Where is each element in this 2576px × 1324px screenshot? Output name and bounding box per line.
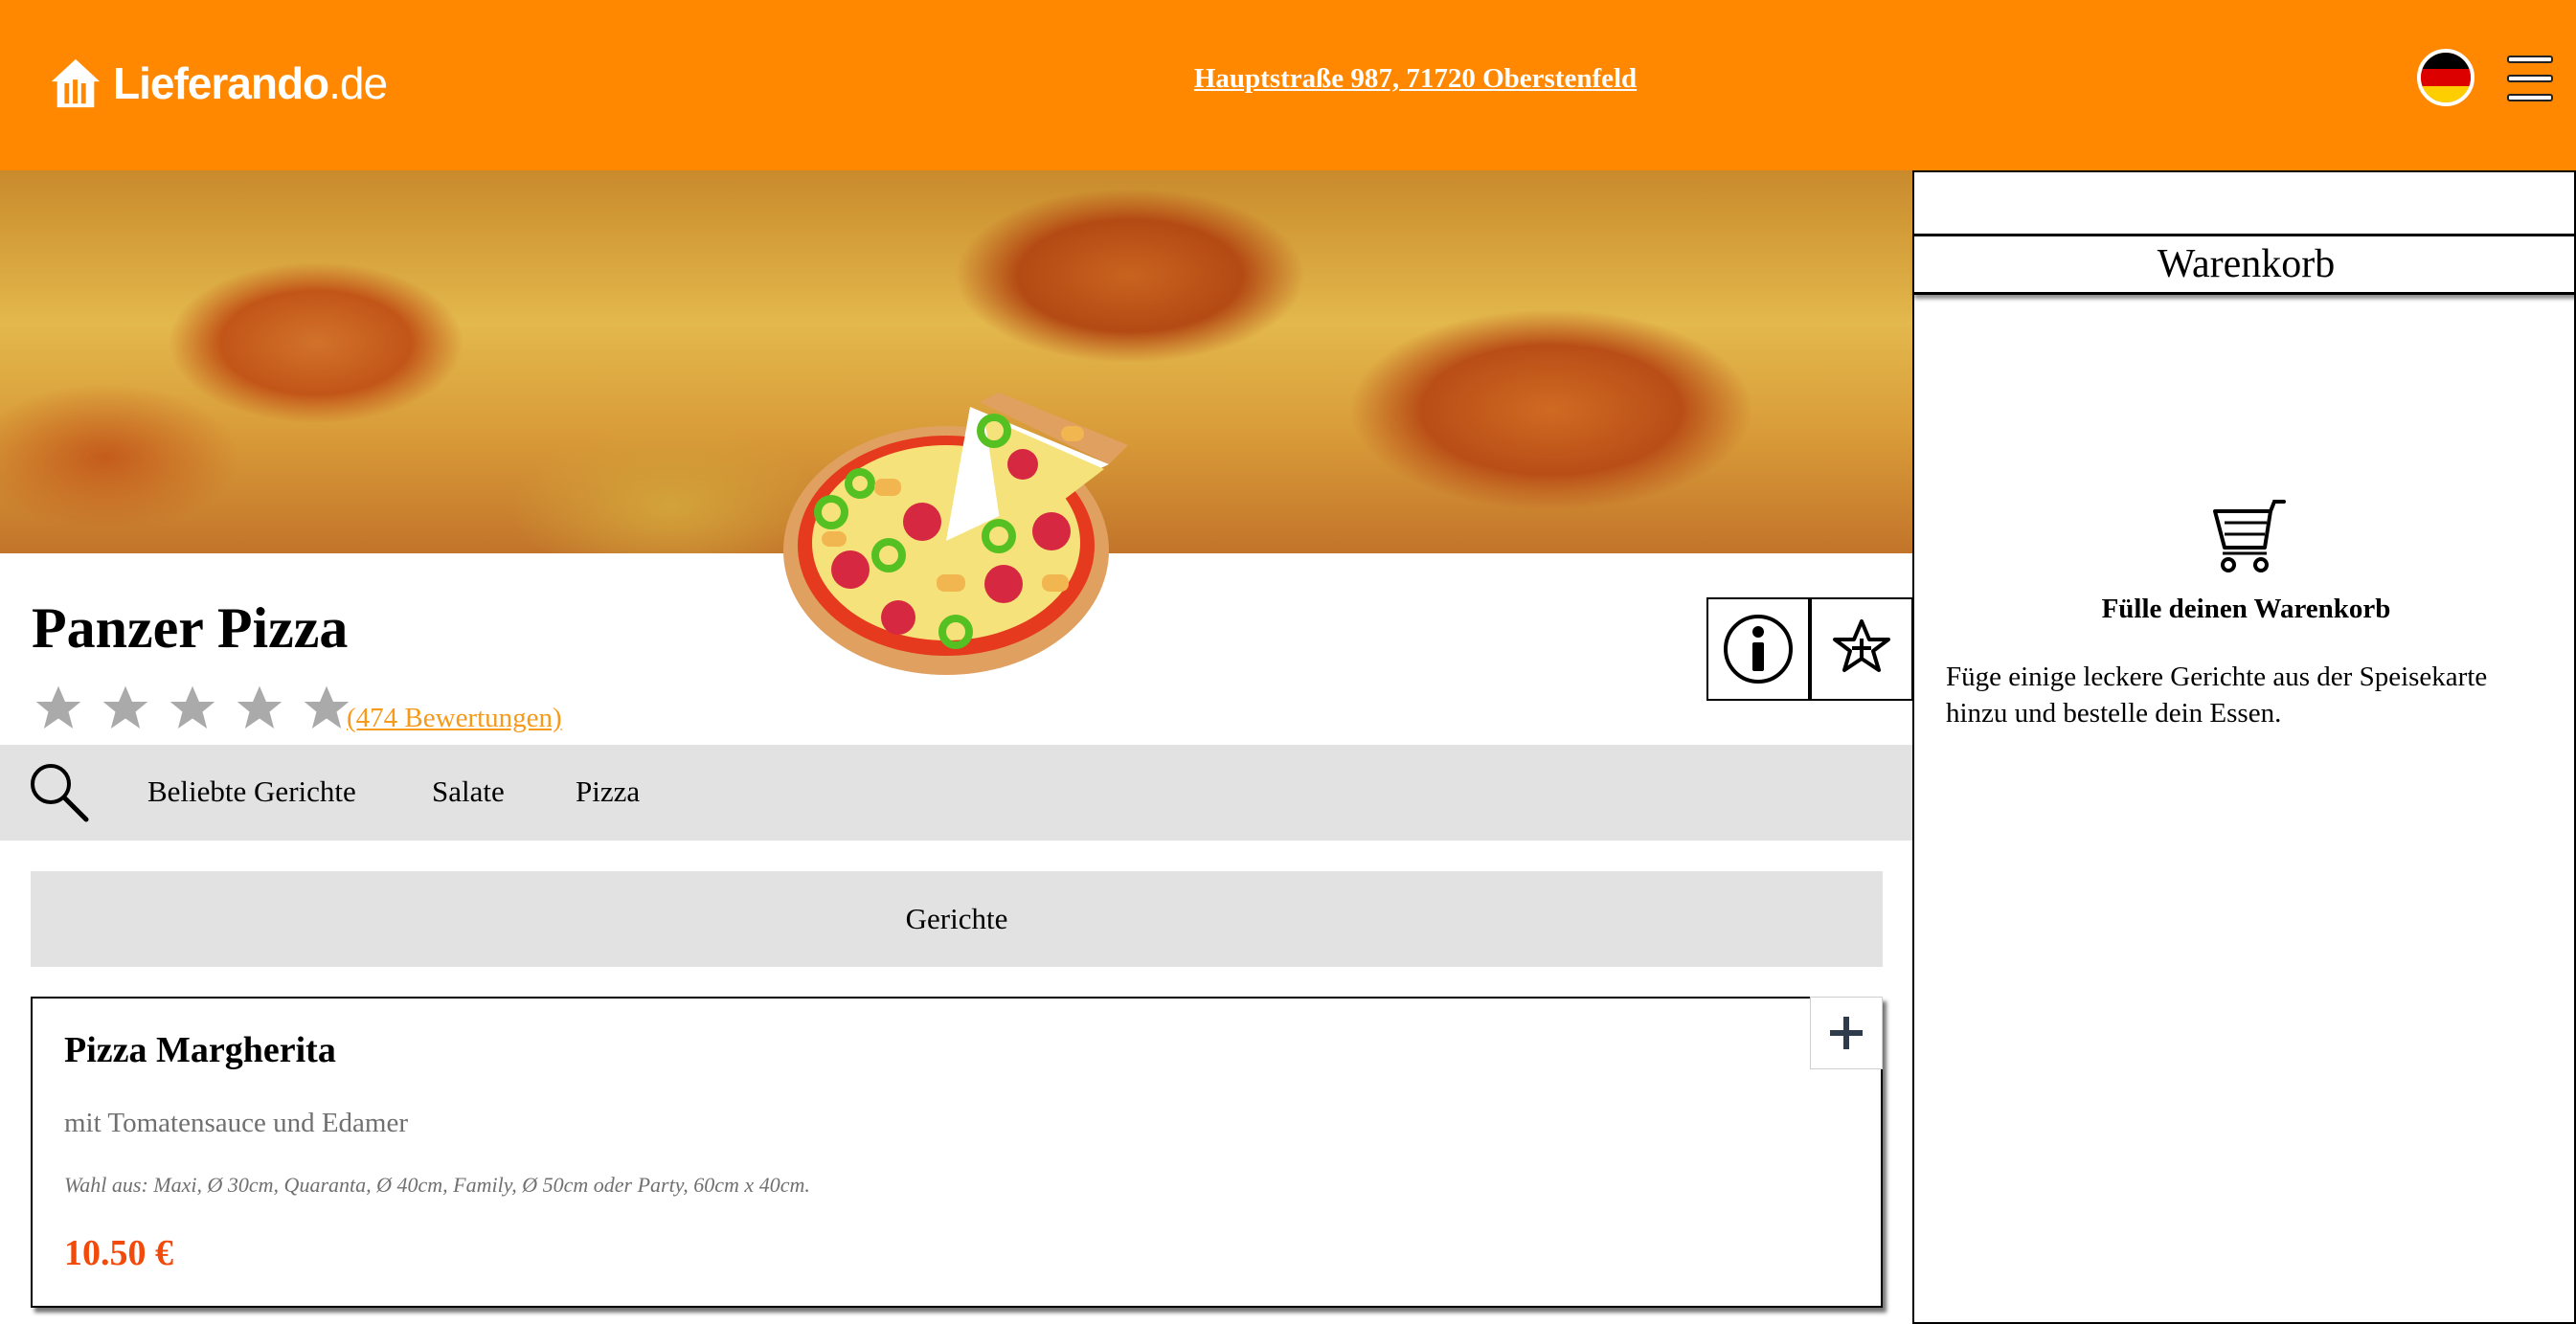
category-beliebte-gerichte[interactable]: Beliebte Gerichte: [147, 774, 356, 809]
star-plus-icon: [1833, 619, 1890, 672]
cart-empty-title: Fülle deinen Warenkorb: [2101, 594, 2391, 624]
cart-title: Warenkorb: [1914, 234, 2576, 295]
top-bar: Lieferando.de Hauptstraße 987, 71720 Obe…: [0, 0, 2576, 170]
germany-flag-icon[interactable]: [2417, 49, 2474, 106]
star-icon: [169, 685, 215, 729]
rating-stars: [32, 682, 353, 735]
search-icon[interactable]: [27, 760, 90, 823]
info-button[interactable]: [1706, 597, 1810, 701]
category-nav: Beliebte Gerichte Salate Pizza: [0, 745, 1912, 841]
favorite-button[interactable]: [1810, 597, 1913, 701]
add-to-cart-button[interactable]: [1810, 997, 1883, 1069]
star-icon: [102, 685, 148, 729]
star-icon: [35, 685, 81, 729]
delivery-address-link[interactable]: Hauptstraße 987, 71720 Oberstenfeld: [0, 63, 2576, 95]
dish-name: Pizza Margherita: [64, 1030, 336, 1070]
reviews-link[interactable]: (474 Bewertungen): [347, 703, 562, 734]
restaurant-pizza-logo: [783, 393, 1128, 675]
dish-description: mit Tomatensauce und Edamer: [64, 1108, 409, 1138]
hamburger-menu-icon[interactable]: [2507, 54, 2553, 105]
info-icon: [1724, 615, 1793, 684]
category-salate[interactable]: Salate: [432, 774, 505, 809]
cart-empty-text: Füge einige leckere Gerichte aus der Spe…: [1946, 662, 2488, 729]
star-icon: [237, 685, 282, 729]
section-header-gerichte: Gerichte: [31, 871, 1883, 967]
category-pizza[interactable]: Pizza: [576, 774, 640, 809]
star-icon: [304, 685, 350, 729]
plus-icon: [1830, 1017, 1863, 1049]
restaurant-name: Panzer Pizza: [32, 596, 349, 660]
dish-price: 10.50 €: [64, 1233, 173, 1273]
cart-panel: Warenkorb Fülle deinen Warenkorb Füge ei…: [1912, 170, 2576, 1324]
shopping-cart-icon: [2213, 500, 2286, 572]
dish-options: Wahl aus: Maxi, Ø 30cm, Quaranta, Ø 40cm…: [64, 1173, 810, 1197]
dish-card[interactable]: Pizza Margherita mit Tomatensauce und Ed…: [31, 997, 1883, 1308]
